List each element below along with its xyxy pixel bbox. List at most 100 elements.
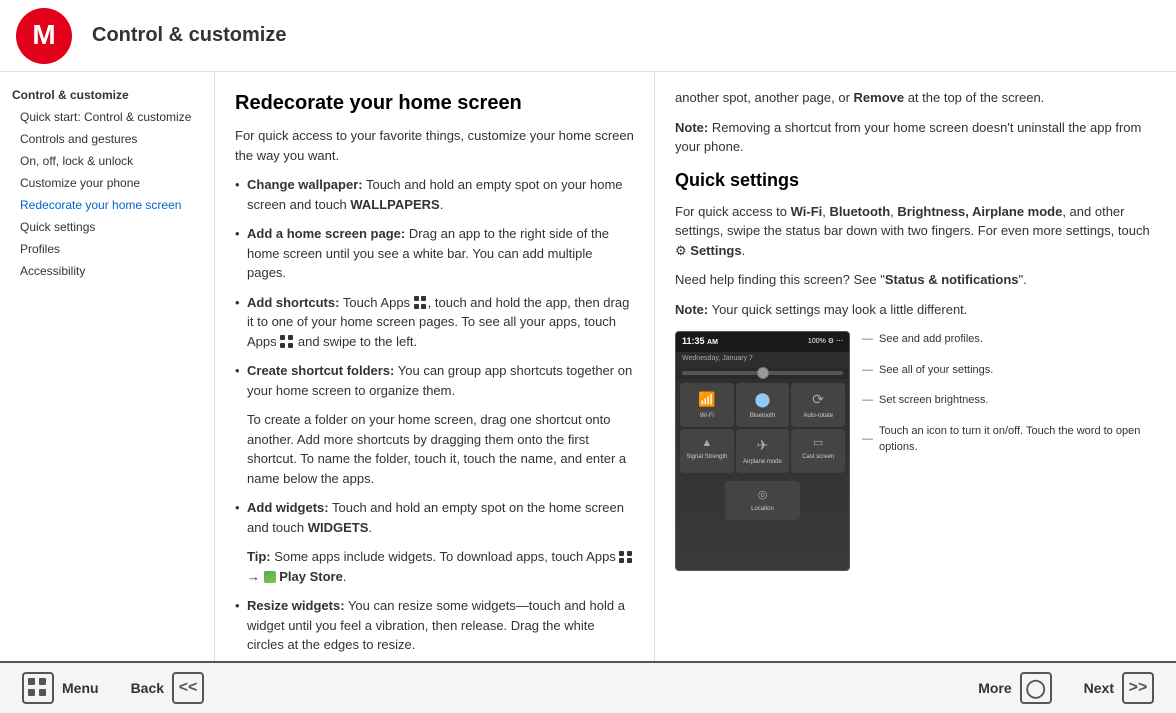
list-item-add-page: Add a home screen page: Drag an app to t… xyxy=(235,224,634,283)
list-item-wallpaper: Change wallpaper: Touch and hold an empt… xyxy=(235,175,634,214)
list-item-resize: Resize widgets: You can resize some widg… xyxy=(235,596,634,655)
apps-dot-3 xyxy=(28,689,35,696)
qs-battery: 100% ⚙ ⋯ xyxy=(808,337,843,348)
content-area: Redecorate your home screen For quick ac… xyxy=(215,72,1176,661)
qs-time: 11:35 AM xyxy=(682,335,718,349)
apps-icon-inline2 xyxy=(280,335,294,349)
qs-label-touch-icon: Touch an icon to turn it on/off. Touch t… xyxy=(862,423,1156,456)
header-title: Control & customize xyxy=(92,24,286,47)
qs-label-brightness: Set screen brightness. xyxy=(862,392,1156,409)
folders-sub-para: To create a folder on your home screen, … xyxy=(235,410,634,488)
note1: Note: Removing a shortcut from your home… xyxy=(675,118,1156,157)
qs-tile-signal: ▲ Signal Strength xyxy=(680,429,734,473)
qs-tile-bt: ⬤ Bluetooth xyxy=(736,383,790,427)
back-button[interactable]: Back << xyxy=(121,671,214,705)
location-label: Location xyxy=(751,505,774,514)
main-layout: Control & customize Quick start: Control… xyxy=(0,72,1176,661)
qs-intro: For quick access to Wi-Fi, Bluetooth, Br… xyxy=(675,202,1156,261)
sidebar-item-control-customize[interactable]: Control & customize xyxy=(8,84,206,106)
sidebar-item-profiles[interactable]: Profiles xyxy=(8,238,206,260)
header: M Control & customize xyxy=(0,0,1176,72)
bullet-list-3: Resize widgets: You can resize some widg… xyxy=(235,596,634,661)
more-label: More xyxy=(978,680,1011,696)
widgets-bold: Add widgets: xyxy=(247,500,329,515)
sidebar-item-accessibility[interactable]: Accessibility xyxy=(8,260,206,282)
sidebar-item-on-off-lock[interactable]: On, off, lock & unlock xyxy=(8,150,206,172)
brightness-thumb xyxy=(757,367,769,379)
list-item-shortcuts: Add shortcuts: Touch Apps , touch and ho… xyxy=(235,293,634,352)
menu-button[interactable]: Menu xyxy=(12,671,109,705)
menu-icon xyxy=(22,672,54,704)
resize-bold: Resize widgets: xyxy=(247,598,345,613)
section-title: Redecorate your home screen xyxy=(235,88,634,118)
menu-label: Menu xyxy=(62,680,99,696)
rotate-label: Auto-rotate xyxy=(803,412,833,421)
bullet-list-2: Add widgets: Touch and hold an empty spo… xyxy=(235,498,634,537)
list-item-widgets: Add widgets: Touch and hold an empty spo… xyxy=(235,498,634,537)
location-icon: ◎ xyxy=(758,487,768,504)
qs-screenshot: 11:35 AM 100% ⚙ ⋯ Wednesday, January 7 📶 xyxy=(675,331,850,571)
qs-tile-location: ◎ Location xyxy=(725,481,799,521)
apps-icon-inline1 xyxy=(414,296,428,310)
bt-label: Bluetooth xyxy=(750,412,775,421)
next-icon: >> xyxy=(1122,672,1154,704)
signal-label: Signal Strength xyxy=(686,453,727,462)
logo-svg: M xyxy=(24,16,64,56)
qs-labels: See and add profiles. See all of your se… xyxy=(850,331,1156,470)
qs-label-settings: See all of your settings. xyxy=(862,362,1156,379)
qs-brightness xyxy=(676,367,849,379)
intro-text: For quick access to your favorite things… xyxy=(235,126,634,165)
qs-status-bar: 11:35 AM 100% ⚙ ⋯ xyxy=(676,332,849,352)
right-panel: another spot, another page, or Remove at… xyxy=(655,72,1176,661)
motorola-logo: M xyxy=(16,8,72,64)
sidebar-item-quick-settings[interactable]: Quick settings xyxy=(8,216,206,238)
footer-left: Menu Back << xyxy=(12,671,214,705)
apps-dot-1 xyxy=(28,678,35,685)
apps-dot-4 xyxy=(39,689,46,696)
wallpaper-bold: Change wallpaper: xyxy=(247,177,363,192)
apps-dot-2 xyxy=(39,678,46,685)
qs-tile-cast: ▭ Cast screen xyxy=(791,429,845,473)
continuation-text: another spot, another page, or Remove at… xyxy=(675,88,1156,108)
footer: Menu Back << More ◯ Next >> xyxy=(0,661,1176,713)
airplane-icon: ✈ xyxy=(757,435,769,456)
cast-icon: ▭ xyxy=(813,435,823,452)
apps-icon-tip xyxy=(619,551,633,565)
footer-right: More ◯ Next >> xyxy=(968,671,1164,705)
signal-icon: ▲ xyxy=(701,435,712,452)
sidebar-item-redecorate[interactable]: Redecorate your home screen xyxy=(8,194,206,216)
more-icon: ◯ xyxy=(1020,672,1052,704)
add-page-bold: Add a home screen page: xyxy=(247,226,405,241)
cast-label: Cast screen xyxy=(802,453,834,462)
next-button[interactable]: Next >> xyxy=(1074,671,1164,705)
bt-icon: ⬤ xyxy=(755,389,771,410)
next-label: Next xyxy=(1084,680,1114,696)
sidebar-item-controls-gestures[interactable]: Controls and gestures xyxy=(8,128,206,150)
back-label: Back xyxy=(131,680,164,696)
left-panel: Redecorate your home screen For quick ac… xyxy=(215,72,655,661)
more-button[interactable]: More ◯ xyxy=(968,671,1061,705)
play-store-icon xyxy=(264,571,276,583)
qs-title: Quick settings xyxy=(675,167,1156,194)
svg-text:M: M xyxy=(32,19,55,50)
brightness-track xyxy=(682,371,843,375)
wifi-icon: 📶 xyxy=(698,389,715,410)
widgets-tip: Tip: Some apps include widgets. To downl… xyxy=(235,547,634,586)
sidebar-item-customize-phone[interactable]: Customize your phone xyxy=(8,172,206,194)
sidebar: Control & customize Quick start: Control… xyxy=(0,72,215,661)
airplane-label: Airplane mode xyxy=(743,458,782,467)
sidebar-item-quick-start[interactable]: Quick start: Control & customize xyxy=(8,106,206,128)
wifi-label: Wi-Fi xyxy=(700,412,714,421)
list-item-folders: Create shortcut folders: You can group a… xyxy=(235,361,634,400)
qs-diagram: 11:35 AM 100% ⚙ ⋯ Wednesday, January 7 📶 xyxy=(675,331,1156,571)
back-icon: << xyxy=(172,672,204,704)
qs-grid: 📶 Wi-Fi ⬤ Bluetooth ⟳ Auto-rotate ▲ xyxy=(676,379,849,477)
folders-bold: Create shortcut folders: xyxy=(247,363,394,378)
qs-note: Note: Your quick settings may look a lit… xyxy=(675,300,1156,320)
shortcuts-bold: Add shortcuts: xyxy=(247,295,339,310)
qs-label-profiles: See and add profiles. xyxy=(862,331,1156,348)
qs-help: Need help finding this screen? See "Stat… xyxy=(675,270,1156,290)
qs-tile-airplane: ✈ Airplane mode xyxy=(736,429,790,473)
qs-tile-rotate: ⟳ Auto-rotate xyxy=(791,383,845,427)
rotate-icon: ⟳ xyxy=(812,389,824,410)
